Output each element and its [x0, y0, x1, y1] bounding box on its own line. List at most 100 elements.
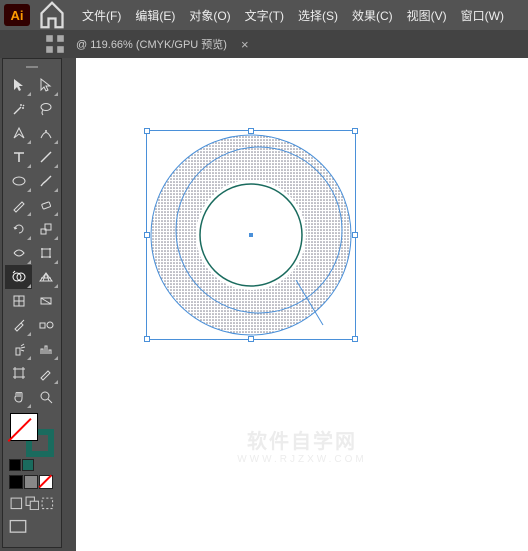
magic-wand-icon — [11, 101, 27, 117]
app-logo: Ai — [4, 4, 30, 26]
line-segment-tool[interactable] — [32, 145, 59, 169]
shape-builder-icon — [11, 269, 27, 285]
fill-swatch[interactable] — [10, 413, 38, 441]
sprayer-icon — [11, 341, 27, 357]
tab-close-button[interactable]: × — [241, 37, 249, 52]
selection-bounding-box — [146, 130, 356, 340]
column-graph-tool[interactable] — [32, 337, 59, 361]
menu-window[interactable]: 窗口(W) — [455, 3, 510, 28]
workspace-switch-button[interactable] — [44, 33, 66, 55]
lasso-tool[interactable] — [32, 97, 59, 121]
color-chip-black[interactable] — [9, 475, 23, 489]
gradient-tool[interactable] — [32, 289, 59, 313]
scale-tool[interactable] — [32, 217, 59, 241]
watermark-line1: 软件自学网 — [237, 425, 367, 454]
tools-panel — [2, 58, 62, 548]
artboard-tool[interactable] — [5, 361, 32, 385]
hand-icon — [11, 389, 27, 405]
lasso-icon — [38, 101, 54, 117]
menu-view[interactable]: 视图(V) — [401, 3, 453, 28]
selection-center-point — [249, 233, 253, 237]
menu-type[interactable]: 文字(T) — [239, 3, 290, 28]
main-menu: 文件(F) 编辑(E) 对象(O) 文字(T) 选择(S) 效果(C) 视图(V… — [76, 3, 510, 28]
tab-title: @ 119.66% (CMYK/GPU 预览) — [76, 36, 227, 52]
zoom-tool[interactable] — [32, 385, 59, 409]
handle-bottom-left[interactable] — [144, 336, 150, 342]
width-tool[interactable] — [5, 241, 32, 265]
direct-selection-icon — [38, 77, 54, 93]
menu-effect[interactable]: 效果(C) — [346, 3, 399, 28]
selected-artwork[interactable] — [146, 130, 356, 340]
mesh-tool[interactable] — [5, 289, 32, 313]
screen-mode-button[interactable] — [9, 519, 27, 535]
symbol-sprayer-tool[interactable] — [5, 337, 32, 361]
paintbrush-tool[interactable] — [32, 169, 59, 193]
slice-icon — [38, 365, 54, 381]
scale-icon — [38, 221, 54, 237]
draw-normal-button[interactable] — [9, 495, 24, 511]
menu-file[interactable]: 文件(F) — [76, 3, 127, 28]
blend-tool[interactable] — [32, 313, 59, 337]
curvature-tool[interactable] — [32, 121, 59, 145]
eraser-icon — [38, 197, 54, 213]
handle-middle-right[interactable] — [352, 232, 358, 238]
perspective-grid-tool[interactable] — [32, 265, 59, 289]
zoom-icon — [38, 389, 54, 405]
grid-icon — [44, 33, 66, 55]
swap-fill-stroke-button[interactable] — [22, 459, 34, 471]
handle-bottom-middle[interactable] — [248, 336, 254, 342]
hand-tool[interactable] — [5, 385, 32, 409]
menu-edit[interactable]: 编辑(E) — [129, 3, 181, 28]
app-logo-text: Ai — [11, 8, 24, 23]
mesh-icon — [11, 293, 27, 309]
menu-object[interactable]: 对象(O) — [183, 3, 236, 28]
free-transform-icon — [38, 245, 54, 261]
color-chip-none[interactable] — [39, 475, 53, 489]
ellipse-icon — [11, 173, 27, 189]
draw-inside-icon — [40, 496, 55, 511]
slice-tool[interactable] — [32, 361, 59, 385]
selection-tool[interactable] — [5, 73, 32, 97]
selection-icon — [11, 77, 27, 93]
handle-top-left[interactable] — [144, 128, 150, 134]
document-tab[interactable]: @ 119.66% (CMYK/GPU 预览) × — [76, 36, 249, 52]
draw-inside-button[interactable] — [40, 495, 55, 511]
direct-selection-tool[interactable] — [32, 73, 59, 97]
eraser-tool[interactable] — [32, 193, 59, 217]
artboard-icon — [11, 365, 27, 381]
draw-behind-button[interactable] — [25, 495, 40, 511]
free-transform-tool[interactable] — [32, 241, 59, 265]
canvas[interactable]: 软件自学网 WWW.RJZXW.COM — [76, 58, 528, 551]
tab-bar: @ 119.66% (CMYK/GPU 预览) × — [0, 30, 528, 58]
magic-wand-tool[interactable] — [5, 97, 32, 121]
curvature-icon — [38, 125, 54, 141]
graph-icon — [38, 341, 54, 357]
handle-top-right[interactable] — [352, 128, 358, 134]
rotate-tool[interactable] — [5, 217, 32, 241]
watermark: 软件自学网 WWW.RJZXW.COM — [237, 425, 367, 465]
handle-middle-left[interactable] — [144, 232, 150, 238]
perspective-icon — [38, 269, 54, 285]
home-icon — [38, 1, 66, 29]
rectangle-tool[interactable] — [5, 169, 32, 193]
pen-tool[interactable] — [5, 121, 32, 145]
fill-stroke-indicator[interactable] — [10, 413, 54, 457]
shape-builder-tool[interactable] — [5, 265, 32, 289]
type-tool[interactable] — [5, 145, 32, 169]
panel-grip[interactable] — [5, 63, 59, 71]
type-icon — [11, 149, 27, 165]
paintbrush-icon — [38, 173, 54, 189]
menu-select[interactable]: 选择(S) — [292, 3, 344, 28]
handle-bottom-right[interactable] — [352, 336, 358, 342]
default-fill-stroke-button[interactable] — [9, 459, 21, 471]
width-icon — [11, 245, 27, 261]
watermark-line2: WWW.RJZXW.COM — [237, 454, 367, 465]
pen-icon — [11, 125, 27, 141]
top-menu-bar: Ai 文件(F) 编辑(E) 对象(O) 文字(T) 选择(S) 效果(C) 视… — [0, 0, 528, 30]
screen-mode-icon — [9, 518, 27, 536]
home-button[interactable] — [38, 3, 66, 27]
shaper-tool[interactable] — [5, 193, 32, 217]
color-chip-gray[interactable] — [24, 475, 38, 489]
handle-top-middle[interactable] — [248, 128, 254, 134]
eyedropper-tool[interactable] — [5, 313, 32, 337]
